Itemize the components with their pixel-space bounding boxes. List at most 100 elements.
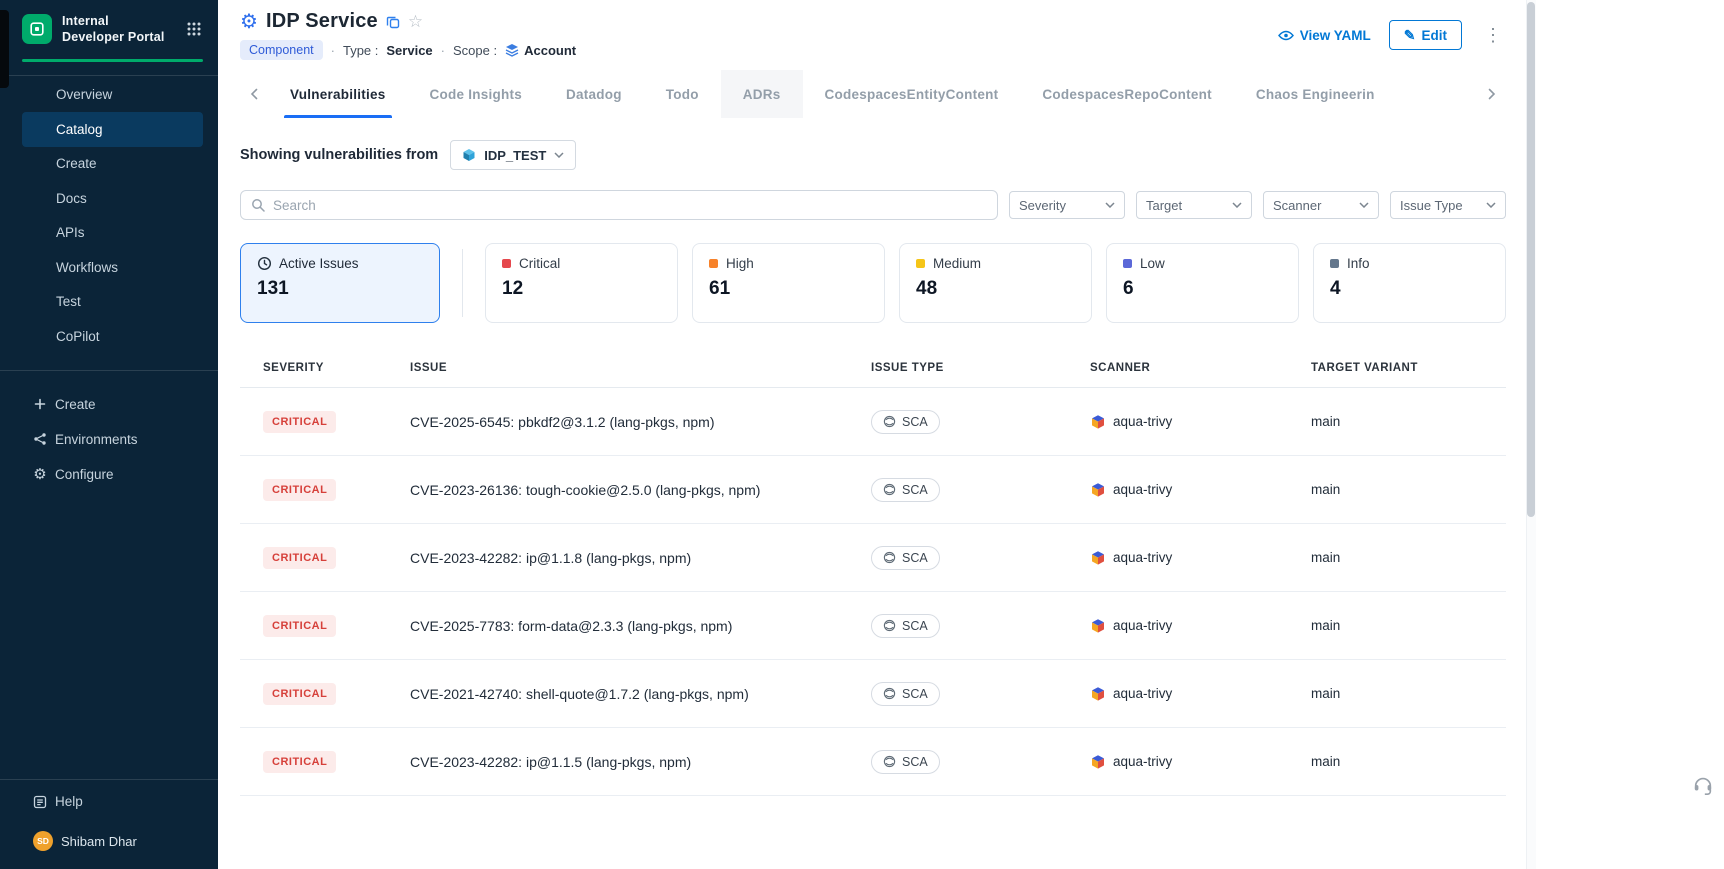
table-row[interactable]: CRITICAL CVE-2023-26136: tough-cookie@2.… (240, 456, 1506, 524)
tab-label: ADRs (743, 87, 781, 102)
source-selector[interactable]: IDP_TEST (450, 140, 576, 170)
left-edge-panel (0, 10, 9, 88)
product-name: Internal Developer Portal (62, 13, 170, 46)
scanner-label: aqua-trivy (1113, 414, 1172, 429)
kebab-menu-icon[interactable]: ⋮ (1480, 26, 1506, 44)
trivy-cube-icon (1090, 550, 1106, 566)
filter-scanner[interactable]: Scanner (1263, 191, 1379, 219)
tabs-scroll-left-button[interactable] (240, 70, 268, 118)
sca-icon (883, 755, 896, 768)
scope-label: Scope : (453, 43, 497, 58)
issue-type-label: SCA (902, 687, 928, 701)
tab-label: Todo (666, 87, 699, 102)
apps-grid-icon[interactable] (184, 19, 204, 39)
sidebar-item-copilot[interactable]: CoPilot (22, 319, 203, 354)
severity-dot (1330, 259, 1339, 268)
sidebar-item-label: Create (56, 156, 97, 171)
severity-card-high[interactable]: High 61 (692, 243, 885, 323)
copy-icon[interactable] (386, 15, 400, 29)
edit-button[interactable]: ✎ Edit (1389, 20, 1462, 50)
filter-target[interactable]: Target (1136, 191, 1252, 219)
tab-label: Code Insights (430, 87, 523, 102)
issue-type-pill: SCA (871, 614, 940, 638)
sidebar-item-test[interactable]: Test (22, 285, 203, 320)
view-yaml-button[interactable]: View YAML (1278, 28, 1371, 43)
headset-icon[interactable] (1692, 774, 1714, 796)
chevron-down-icon (1232, 202, 1242, 208)
sidebar-configure-button[interactable]: ⚙ Configure (22, 457, 203, 492)
severity-badge: CRITICAL (263, 751, 336, 773)
sidebar-actions: Create Environments ⚙ Configure (0, 371, 218, 492)
main-panel: ⚙ IDP Service ☆ Component Type : Service… (218, 0, 1536, 869)
severity-card-low[interactable]: Low 6 (1106, 243, 1299, 323)
tab-vulnerabilities[interactable]: Vulnerabilities (268, 70, 408, 118)
sidebar-item-create[interactable]: Create (22, 147, 203, 182)
favorite-star-icon[interactable]: ☆ (408, 13, 423, 30)
trivy-cube-icon (1090, 414, 1106, 430)
view-yaml-label: View YAML (1300, 28, 1371, 43)
severity-card-info[interactable]: Info 4 (1313, 243, 1506, 323)
severity-badge: CRITICAL (263, 683, 336, 705)
type-value: Service (386, 43, 432, 58)
sca-icon (883, 551, 896, 564)
table-row[interactable]: CRITICAL CVE-2021-42740: shell-quote@1.7… (240, 660, 1506, 728)
sidebar-environments-button[interactable]: Environments (22, 422, 203, 457)
page-scrollbar[interactable] (1526, 0, 1536, 869)
severity-card-critical[interactable]: Critical 12 (485, 243, 678, 323)
tab-adrs[interactable]: ADRs (721, 70, 803, 118)
sidebar-item-docs[interactable]: Docs (22, 181, 203, 216)
severity-value: 12 (502, 278, 661, 300)
tab-bar: Vulnerabilities Code Insights Datadog Todo A… (240, 70, 1506, 118)
tab-datadog[interactable]: Datadog (544, 70, 644, 118)
tab-code-insights[interactable]: Code Insights (408, 70, 545, 118)
table-row[interactable]: CRITICAL CVE-2023-42282: ip@1.1.8 (lang-… (240, 524, 1506, 592)
filter-issue-type[interactable]: Issue Type (1390, 191, 1506, 219)
tab-todo[interactable]: Todo (644, 70, 721, 118)
chevron-down-icon (1105, 202, 1115, 208)
help-icon (33, 795, 47, 809)
issue-type-pill: SCA (871, 750, 940, 774)
sidebar-item-workflows[interactable]: Workflows (22, 250, 203, 285)
scrollbar-thumb[interactable] (1527, 2, 1535, 517)
sidebar-item-apis[interactable]: APIs (22, 216, 203, 251)
action-label: Configure (55, 467, 114, 482)
sidebar-item-catalog[interactable]: Catalog (22, 112, 203, 147)
filter-severity[interactable]: Severity (1009, 191, 1125, 219)
active-issues-card[interactable]: Active Issues 131 (240, 243, 440, 323)
tab-codespacesrepocontent[interactable]: CodespacesRepoContent (1020, 70, 1234, 118)
table-row[interactable]: CRITICAL CVE-2025-6545: pbkdf2@3.1.2 (la… (240, 388, 1506, 456)
entity-meta-row: Component Type : Service Scope : Account (240, 40, 576, 60)
severity-label: Medium (933, 256, 981, 271)
gear-icon: ⚙ (33, 467, 47, 482)
table-row[interactable]: CRITICAL CVE-2025-7783: form-data@2.3.3 … (240, 592, 1506, 660)
scanner-label: aqua-trivy (1113, 482, 1172, 497)
severity-badge: CRITICAL (263, 411, 336, 433)
search-box[interactable] (240, 190, 998, 220)
sidebar-item-label: Test (56, 294, 81, 309)
tab-codespacesentitycontent[interactable]: CodespacesEntityContent (803, 70, 1021, 118)
target-variant-cell: main (1311, 754, 1506, 769)
chevron-down-icon (1359, 202, 1369, 208)
tab-label: CodespacesEntityContent (825, 87, 999, 102)
help-button[interactable]: Help (33, 794, 203, 809)
trivy-cube-icon (1090, 618, 1106, 634)
issue-cell: CVE-2023-42282: ip@1.1.5 (lang-pkgs, npm… (410, 754, 871, 770)
tab-chaos-engineerin[interactable]: Chaos Engineerin (1234, 70, 1397, 118)
scope-value: Account (524, 43, 576, 58)
search-input[interactable] (273, 198, 987, 213)
severity-label: High (726, 256, 754, 271)
sidebar-create-button[interactable]: Create (22, 387, 203, 422)
project-cube-icon (462, 148, 476, 162)
severity-card-medium[interactable]: Medium 48 (899, 243, 1092, 323)
tabs-scroll-right-button[interactable] (1478, 70, 1506, 118)
portal-logo[interactable] (22, 14, 52, 44)
active-issues-top: Active Issues (257, 256, 423, 271)
table-row[interactable]: CRITICAL CVE-2023-42282: ip@1.1.5 (lang-… (240, 728, 1506, 796)
user-profile[interactable]: SD Shibam Dhar (33, 831, 203, 851)
sca-icon (883, 483, 896, 496)
sidebar-item-overview[interactable]: Overview (22, 78, 203, 113)
user-name: Shibam Dhar (61, 834, 137, 849)
filter-row: Severity Target Scanner Issue Type (240, 190, 1506, 220)
scanner-cell: aqua-trivy (1090, 618, 1311, 634)
scope-value-wrap: Account (505, 43, 576, 58)
